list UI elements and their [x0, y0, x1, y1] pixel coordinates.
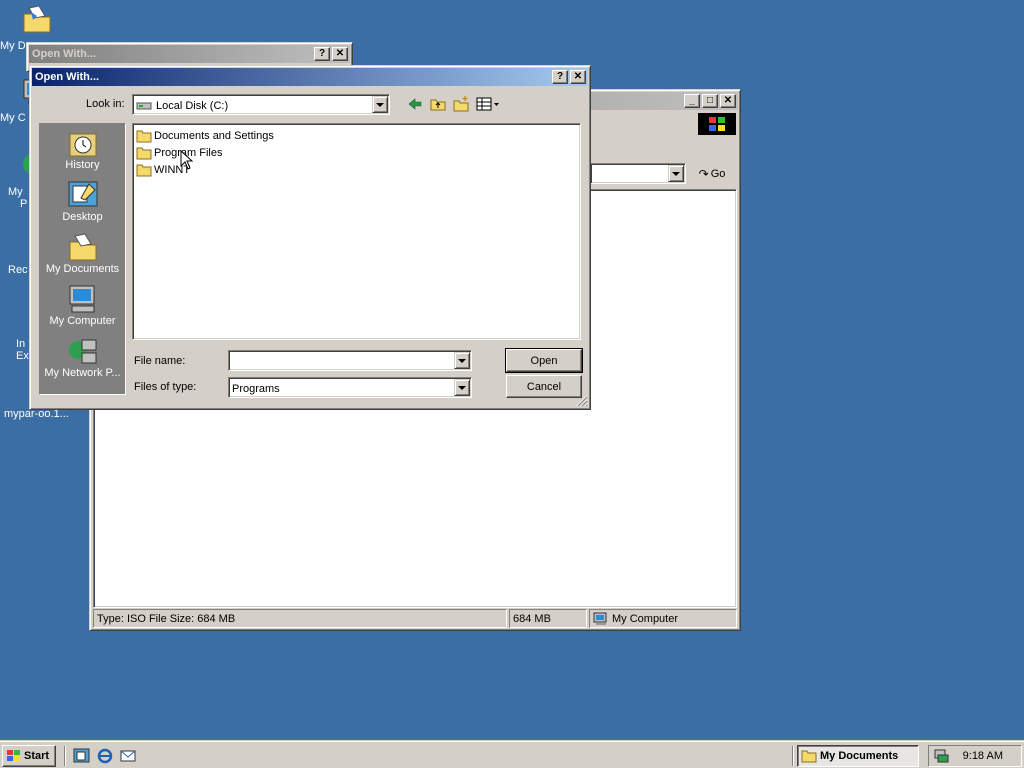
history-icon — [69, 133, 96, 157]
cancel-button-label: Cancel — [526, 380, 562, 393]
status-zone: My Computer — [589, 609, 737, 628]
back-dialog-title: Open With... — [32, 48, 97, 60]
network-status-icon[interactable] — [933, 748, 949, 764]
files-of-type-dropdown-button[interactable] — [454, 379, 470, 396]
up-folder-icon[interactable] — [430, 96, 446, 112]
place-label: My Documents — [45, 263, 120, 275]
look-in-label: Look in: — [86, 98, 125, 110]
open-button-label: Open — [530, 354, 558, 367]
folder-icon — [801, 750, 817, 763]
taskbar-divider — [792, 746, 794, 766]
desktop-icon-label: My D — [0, 40, 26, 52]
go-arrow-icon: ↷ — [698, 166, 709, 181]
windows-logo — [698, 113, 736, 135]
look-in-dropdown-button[interactable] — [372, 96, 388, 113]
desktop-icon-label: In — [16, 338, 26, 350]
windows-flag-icon — [7, 750, 20, 761]
file-list[interactable]: Documents and Settings Program Files WIN… — [132, 123, 581, 340]
place-label: My Network P... — [44, 367, 121, 379]
file-name-input[interactable] — [228, 350, 472, 371]
desktop-icon-label-2: Ex — [16, 350, 29, 362]
start-button[interactable]: Start — [2, 745, 56, 767]
system-tray: 9:18 AM — [928, 745, 1022, 767]
file-name: Documents and Settings — [154, 129, 274, 142]
new-folder-icon[interactable] — [453, 96, 469, 112]
folder-icon — [136, 164, 152, 176]
look-in-value: Local Disk (C:) — [156, 100, 229, 112]
taskbar-button-my-documents[interactable]: My Documents — [797, 745, 919, 767]
outlook-express-icon[interactable] — [119, 747, 137, 765]
back-icon[interactable] — [407, 96, 423, 112]
list-item[interactable]: Documents and Settings — [135, 127, 578, 144]
go-button[interactable]: ↷ Go — [690, 163, 734, 184]
my-documents-icon — [23, 5, 51, 33]
files-of-type-label: Files of type: — [134, 381, 197, 393]
view-menu-icon[interactable] — [476, 96, 500, 112]
drive-icon — [136, 102, 152, 110]
internet-explorer-icon[interactable] — [96, 747, 114, 765]
taskbar-button-label: My Documents — [820, 750, 899, 762]
file-name-dropdown-button[interactable] — [454, 352, 470, 369]
address-dropdown-button[interactable] — [668, 165, 684, 182]
help-button[interactable]: ? — [552, 70, 568, 84]
folder-icon — [136, 130, 152, 142]
minimize-button[interactable]: _ — [684, 94, 700, 108]
my-network-places-icon — [68, 339, 96, 364]
desktop-icon-label: Rec — [8, 264, 28, 276]
close-button[interactable]: ✕ — [332, 47, 348, 61]
taskbar: Start My Documents 9:18 AM — [0, 740, 1024, 768]
my-computer-icon — [593, 612, 607, 625]
status-zone-label: My Computer — [612, 612, 679, 625]
look-in-select[interactable]: Local Disk (C:) — [132, 94, 390, 115]
desktop-icon — [68, 181, 97, 207]
file-name-label: File name: — [134, 355, 186, 367]
place-label: Desktop — [62, 211, 103, 223]
my-documents-icon — [69, 233, 96, 261]
clock[interactable]: 9:18 AM — [963, 750, 1003, 762]
resize-grip-icon[interactable] — [576, 395, 588, 407]
open-with-dialog[interactable]: Open With... ? ✕ Look in: Local Disk (C:… — [29, 65, 591, 410]
files-of-type-value: Programs — [232, 383, 280, 395]
go-label: Go — [710, 167, 726, 180]
desktop-icon-label: My C — [0, 112, 26, 124]
quick-launch-divider — [64, 746, 66, 766]
address-input[interactable] — [590, 163, 686, 184]
dialog-title: Open With... — [35, 71, 100, 83]
status-info: Type: ISO File Size: 684 MB — [93, 609, 507, 628]
dialog-titlebar[interactable]: Open With... ? ✕ — [32, 68, 588, 86]
start-label: Start — [24, 750, 50, 762]
desktop-icon-label-2: P — [20, 198, 28, 210]
place-label: My Computer — [49, 315, 116, 327]
places-bar: History Desktop My Documents My Computer — [39, 123, 126, 395]
desktop-icon-label: My — [8, 186, 23, 198]
list-item[interactable]: Program Files — [135, 144, 578, 161]
show-desktop-icon[interactable] — [73, 747, 91, 765]
files-of-type-select[interactable]: Programs — [228, 377, 472, 398]
open-button[interactable]: Open — [505, 348, 583, 373]
place-my-computer[interactable]: My Computer — [40, 280, 125, 332]
status-size: 684 MB — [509, 609, 587, 628]
list-item[interactable]: WINNT — [135, 161, 578, 178]
place-label: History — [65, 159, 100, 171]
mouse-cursor-icon — [180, 150, 194, 170]
place-history[interactable]: History — [40, 124, 125, 176]
place-my-network-places[interactable]: My Network P... — [40, 332, 125, 384]
help-button[interactable]: ? — [314, 47, 330, 61]
my-computer-icon — [69, 285, 94, 313]
cancel-button[interactable]: Cancel — [506, 375, 582, 398]
maximize-button[interactable]: □ — [702, 94, 718, 108]
place-desktop[interactable]: Desktop — [40, 176, 125, 228]
windows-flag-icon — [709, 117, 725, 131]
status-bar: Type: ISO File Size: 684 MB 684 MB My Co… — [93, 609, 737, 628]
place-my-documents[interactable]: My Documents — [40, 228, 125, 280]
folder-icon — [136, 147, 152, 159]
back-dialog-titlebar[interactable]: Open With... ? ✕ — [29, 45, 350, 63]
close-button[interactable]: ✕ — [720, 94, 736, 108]
close-button[interactable]: ✕ — [570, 70, 586, 84]
